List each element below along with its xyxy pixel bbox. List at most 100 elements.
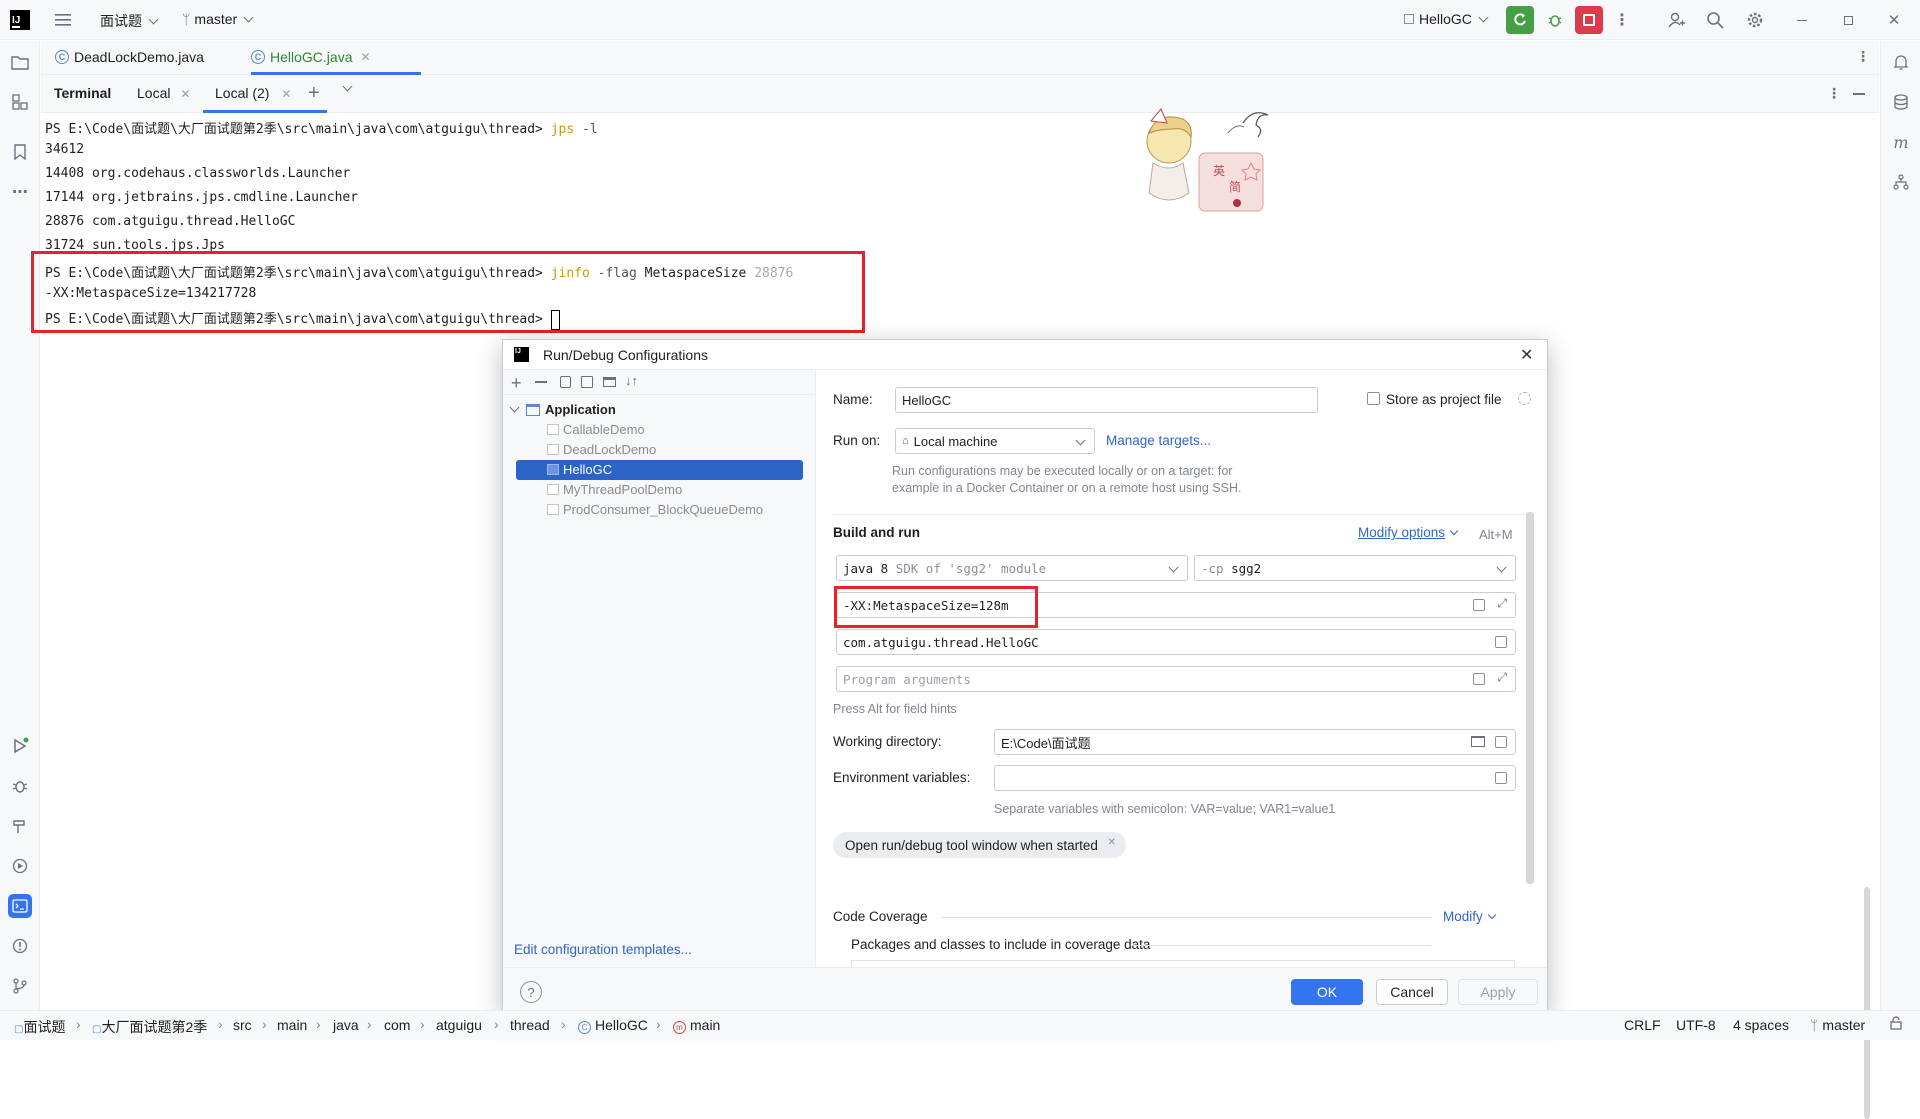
- classpath-select[interactable]: -cp sgg2: [1194, 555, 1516, 581]
- branch-selector[interactable]: ᛘ master: [182, 11, 254, 27]
- add-config-plus-icon[interactable]: +: [511, 373, 522, 394]
- git-icon[interactable]: [8, 974, 32, 998]
- working-dir-field[interactable]: E:\Code\面试题: [994, 729, 1516, 755]
- settings-gear-icon[interactable]: [1743, 8, 1767, 32]
- tree-item-mythreadpooldemo[interactable]: MyThreadPoolDemo: [547, 482, 682, 497]
- dialog-button-bar: ? OK Cancel Apply: [503, 967, 1547, 1015]
- close-tab-icon[interactable]: ✕: [360, 50, 370, 64]
- breadcrumb-item[interactable]: com: [384, 1017, 410, 1033]
- name-field[interactable]: HelloGC: [895, 387, 1318, 413]
- edit-templates-link[interactable]: Edit configuration templates...: [514, 942, 692, 957]
- breadcrumb-item[interactable]: C HelloGC: [578, 1017, 648, 1034]
- terminal-options-icon[interactable]: ⋮: [1827, 85, 1841, 102]
- breadcrumb-item[interactable]: main: [277, 1017, 307, 1033]
- search-icon[interactable]: [1703, 8, 1727, 32]
- remove-config-icon[interactable]: [535, 381, 547, 383]
- breadcrumb-item[interactable]: java: [333, 1017, 359, 1033]
- gradle-structure-icon[interactable]: [1889, 170, 1913, 194]
- close-dialog-icon[interactable]: ✕: [1520, 345, 1533, 365]
- terminal-tab-local-2[interactable]: Local (2) ✕: [215, 85, 291, 101]
- maximize-field-icon[interactable]: ⤢: [1497, 670, 1507, 685]
- maven-icon[interactable]: m: [1889, 130, 1913, 154]
- manage-targets-link[interactable]: Manage targets...: [1106, 433, 1211, 448]
- store-as-project-checkbox[interactable]: [1367, 392, 1380, 405]
- database-icon[interactable]: [1889, 90, 1913, 114]
- macros-icon[interactable]: [1495, 736, 1507, 748]
- bookmarks-icon[interactable]: [8, 140, 32, 164]
- breadcrumb-item[interactable]: src: [233, 1017, 252, 1033]
- project-selector[interactable]: 面试题: [100, 11, 159, 31]
- notifications-bell-icon[interactable]: [1889, 50, 1913, 74]
- new-terminal-plus-icon[interactable]: +: [308, 82, 320, 105]
- rerun-button[interactable]: [1506, 6, 1534, 34]
- structure-icon[interactable]: [8, 90, 32, 114]
- restore-window-icon[interactable]: [1836, 8, 1860, 32]
- more-tools-icon[interactable]: ⋯: [8, 180, 32, 204]
- close-tab-icon[interactable]: ✕: [281, 87, 291, 101]
- save-config-icon[interactable]: [581, 376, 593, 388]
- browse-class-icon[interactable]: [1495, 636, 1507, 648]
- panel-scrollbar[interactable]: [1526, 512, 1534, 884]
- git-branch-widget[interactable]: ᛘ master: [1810, 1017, 1865, 1033]
- jdk-select[interactable]: java 8 SDK of 'sgg2' module: [836, 555, 1188, 581]
- run-on-select[interactable]: ⌂ Local machine: [895, 428, 1095, 454]
- editor-tab-hellogc[interactable]: C HelloGC.java ✕: [251, 49, 371, 65]
- terminal-dropdown[interactable]: [336, 80, 353, 96]
- run-config-selector[interactable]: HelloGC: [1404, 11, 1489, 27]
- breadcrumb-item[interactable]: ▢面试题: [14, 1017, 65, 1037]
- run-tool-icon[interactable]: [8, 734, 32, 758]
- lock-icon[interactable]: [1889, 1016, 1903, 1033]
- debug-tool-icon[interactable]: [8, 774, 32, 798]
- tree-group-application[interactable]: Application: [509, 402, 616, 417]
- breadcrumb-item[interactable]: atguigu: [436, 1017, 482, 1033]
- coverage-modify-link[interactable]: Modify: [1443, 909, 1497, 924]
- help-question-icon[interactable]: ?: [520, 981, 542, 1003]
- project-folder-icon[interactable]: [8, 50, 32, 74]
- edit-env-icon[interactable]: [1495, 772, 1507, 784]
- line-separator-widget[interactable]: CRLF: [1624, 1017, 1661, 1033]
- breadcrumb-item[interactable]: m main: [673, 1017, 720, 1034]
- close-window-icon[interactable]: ✕: [1882, 8, 1906, 32]
- main-menu-icon[interactable]: [52, 10, 74, 30]
- cancel-button[interactable]: Cancel: [1376, 979, 1448, 1005]
- editor-tab-deadlockdemo[interactable]: C DeadLockDemo.java: [55, 49, 204, 65]
- close-tab-icon[interactable]: ✕: [180, 87, 190, 101]
- ok-button[interactable]: OK: [1291, 979, 1363, 1005]
- tab-more-icon[interactable]: ⋮: [1856, 48, 1870, 65]
- stop-button[interactable]: [1575, 6, 1603, 34]
- open-tool-window-chip[interactable]: Open run/debug tool window when started …: [833, 832, 1126, 858]
- breadcrumb-item[interactable]: thread: [510, 1017, 550, 1033]
- move-to-folder-icon[interactable]: [603, 377, 616, 387]
- tree-item-deadlockdemo[interactable]: DeadLockDemo: [547, 442, 656, 457]
- minimize-window-icon[interactable]: [1790, 8, 1814, 32]
- maximize-field-icon[interactable]: ⤢: [1497, 596, 1507, 611]
- tree-item-prodconsumer[interactable]: ProdConsumer_BlockQueueDemo: [547, 502, 763, 517]
- apply-button[interactable]: Apply: [1458, 979, 1538, 1005]
- settings-gear-icon[interactable]: [1518, 392, 1531, 405]
- env-vars-field[interactable]: [994, 765, 1516, 791]
- expand-field-icon[interactable]: [1473, 673, 1485, 685]
- encoding-widget[interactable]: UTF-8: [1676, 1017, 1716, 1033]
- problems-icon[interactable]: [8, 934, 32, 958]
- coverage-list[interactable]: [851, 960, 1515, 967]
- terminal-tab-local[interactable]: Local ✕: [137, 85, 190, 101]
- more-actions-icon[interactable]: ⋮: [1612, 8, 1632, 32]
- hide-panel-icon[interactable]: [1853, 93, 1865, 95]
- modify-options-link[interactable]: Modify options: [1358, 525, 1459, 540]
- debug-button[interactable]: [1543, 8, 1567, 32]
- terminal-scrollbar[interactable]: [1864, 887, 1870, 1119]
- copy-config-icon[interactable]: [560, 376, 571, 388]
- remove-chip-icon[interactable]: ✕: [1108, 837, 1116, 848]
- indent-widget[interactable]: 4 spaces: [1733, 1017, 1789, 1033]
- folder-icon[interactable]: [1471, 736, 1485, 747]
- breadcrumb-item[interactable]: ▢大厂面试题第2季: [92, 1017, 207, 1037]
- build-hammer-icon[interactable]: [8, 814, 32, 838]
- services-icon[interactable]: [8, 854, 32, 878]
- terminal-tool-icon[interactable]: [8, 894, 32, 918]
- code-with-me-icon[interactable]: [1664, 8, 1688, 32]
- sort-configs-icon[interactable]: ↓↑: [625, 373, 638, 388]
- program-args-field[interactable]: Program arguments ⤢: [836, 666, 1516, 692]
- main-class-field[interactable]: com.atguigu.thread.HelloGC: [836, 629, 1516, 655]
- expand-field-icon[interactable]: [1473, 599, 1485, 611]
- tree-item-callabledemo[interactable]: CallableDemo: [547, 422, 645, 437]
